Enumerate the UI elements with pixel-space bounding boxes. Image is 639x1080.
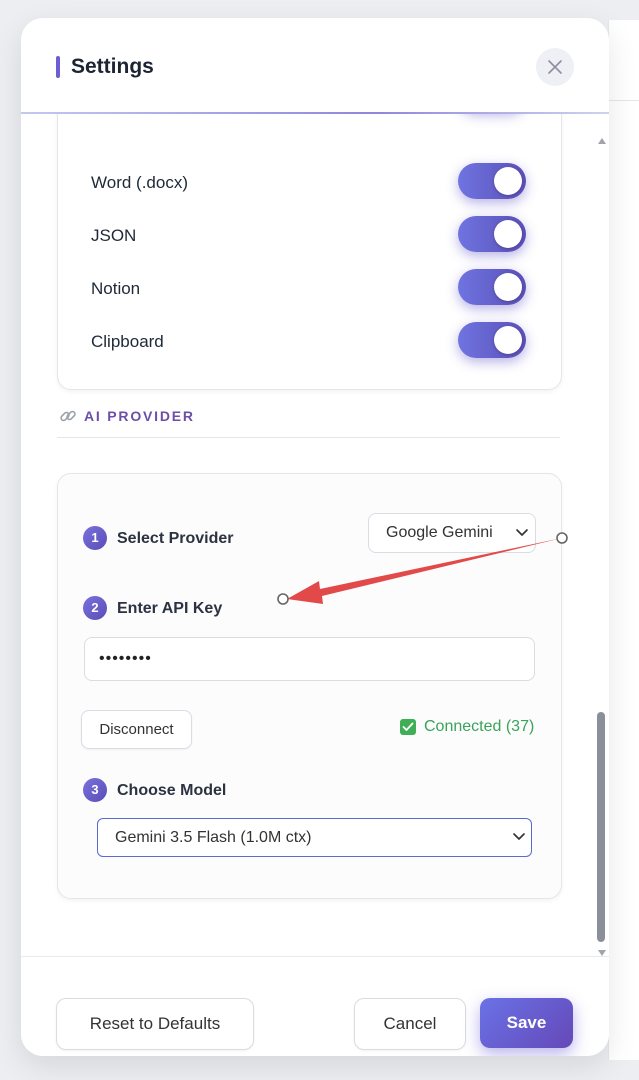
close-button[interactable]: [536, 48, 574, 86]
toggle-switch-clipboard[interactable]: [458, 322, 526, 358]
check-icon: [400, 719, 416, 735]
toggle-switch-notion[interactable]: [458, 269, 526, 305]
toggle-label: Notion: [91, 279, 141, 298]
ai-provider-card: 1 Select Provider Google Gemini 2 Enter …: [57, 473, 562, 899]
save-button[interactable]: Save: [480, 998, 573, 1048]
api-key-input[interactable]: ••••••••: [84, 637, 535, 681]
toggle-label: Word (.docx): [91, 173, 188, 192]
dialog-title: Settings: [71, 55, 154, 78]
background-divider: [609, 100, 639, 101]
vertical-scrollbar-thumb[interactable]: [597, 712, 605, 942]
toggle-label: Clipboard: [91, 332, 164, 351]
toggle-knob: [494, 167, 522, 195]
cancel-button[interactable]: Cancel: [354, 998, 466, 1050]
toggle-switch-word[interactable]: [458, 163, 526, 199]
dialog-footer: Reset to Defaults Cancel Save: [21, 956, 609, 1056]
scroll-up-arrow-icon[interactable]: [597, 137, 607, 145]
export-targets-card: Word (.docx) JSON Notion Clipboard: [57, 114, 562, 390]
title-accent-bar: [56, 56, 60, 78]
api-key-value: ••••••••: [99, 650, 152, 667]
disconnect-button[interactable]: Disconnect: [81, 710, 192, 749]
save-label: Save: [506, 1013, 547, 1032]
settings-scroll-area[interactable]: Word (.docx) JSON Notion Clipboard AI PR…: [21, 114, 609, 957]
step-1-badge: 1: [83, 526, 107, 550]
model-select[interactable]: Gemini 3.5 Flash (1.0M ctx): [97, 818, 532, 857]
toggle-knob: [494, 326, 522, 354]
ai-provider-section-header: AI PROVIDER: [57, 403, 560, 438]
toggle-switch-json[interactable]: [458, 216, 526, 252]
background-panel: [608, 20, 639, 1060]
step-3-badge: 3: [83, 778, 107, 802]
chevron-down-icon: [513, 833, 525, 840]
toggle-knob: [494, 273, 522, 301]
status-text: Connected (37): [424, 718, 535, 735]
close-icon: [548, 60, 562, 74]
chevron-down-icon: [516, 529, 528, 536]
toggle-knob: [494, 220, 522, 248]
toggle-row-clipboard: Clipboard: [58, 322, 561, 362]
step-3-label: Choose Model: [117, 782, 227, 799]
reset-label: Reset to Defaults: [89, 1014, 221, 1033]
provider-select[interactable]: Google Gemini: [368, 513, 536, 553]
disconnect-label: Disconnect: [99, 721, 174, 738]
step-2-label: Enter API Key: [117, 600, 223, 617]
step-2-badge: 2: [83, 596, 107, 620]
cancel-label: Cancel: [383, 1014, 437, 1033]
reset-defaults-button[interactable]: Reset to Defaults: [56, 998, 254, 1050]
step-1-label: Select Provider: [117, 530, 234, 547]
settings-dialog: Settings Word (.docx) JSON Notion Clipbo…: [21, 18, 609, 1056]
model-select-value: Gemini 3.5 Flash (1.0M ctx): [115, 829, 312, 846]
toggle-row-word: Word (.docx): [58, 163, 561, 203]
toggle-label: JSON: [91, 226, 137, 245]
provider-select-value: Google Gemini: [386, 524, 493, 541]
dialog-header: Settings: [21, 18, 609, 114]
section-title: AI PROVIDER: [84, 408, 195, 424]
connection-status: Connected (37): [400, 717, 560, 739]
toggle-row-notion: Notion: [58, 269, 561, 309]
toggle-row-json: JSON: [58, 216, 561, 256]
toggle-row-partial: [58, 114, 561, 115]
link-icon: [60, 410, 76, 422]
